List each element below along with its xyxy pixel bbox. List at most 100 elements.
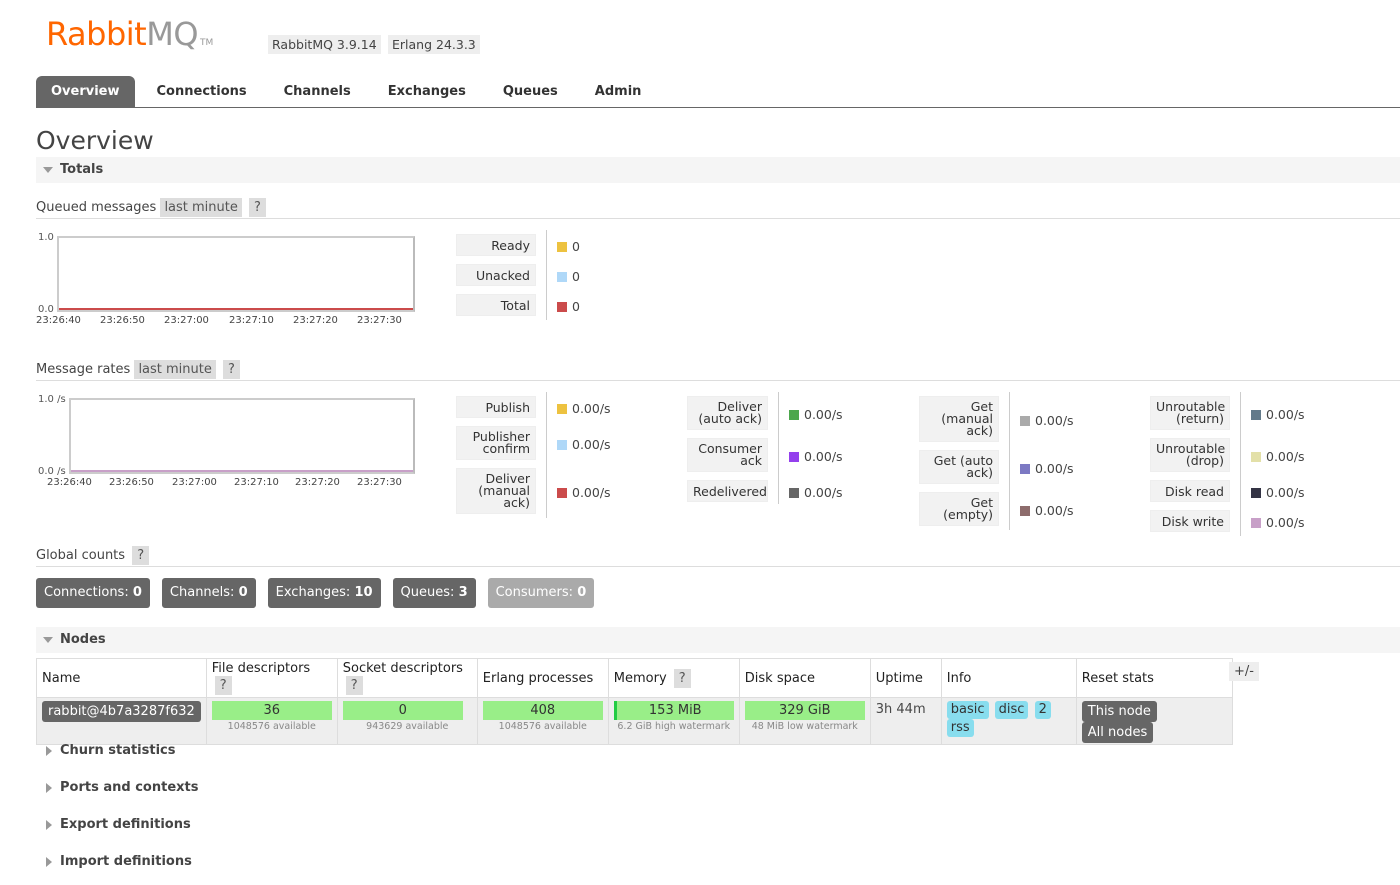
queues-count-button[interactable]: Queues: 3 [392,578,476,608]
legend-value-ready: 0 [557,239,580,254]
rates-help-button[interactable]: ? [223,360,240,379]
connections-count-button[interactable]: Connections: 0 [36,578,150,608]
tab-exchanges[interactable]: Exchanges [373,76,481,108]
columns-toggle-button[interactable]: +/- [1229,662,1259,681]
logo-text: RabbitMQ [46,15,198,53]
totals-section-toggle[interactable]: Totals [36,157,1400,183]
queued-y-bottom-label: 0.0 [38,304,54,315]
legend-divider [1009,392,1010,530]
ports-and-contexts-toggle[interactable]: Ports and contexts [36,776,198,800]
fd-available: 1048576 available [227,721,316,732]
ready-swatch [557,241,567,252]
legend-label-unroutable-return: Unroutable (return) [1150,396,1230,430]
legend-label-ready: Ready [456,234,536,256]
x-tick-label: 23:27:00 [164,315,209,326]
tab-queues[interactable]: Queues [488,76,573,108]
nodes-section-toggle[interactable]: Nodes [36,627,1400,653]
main-nav-tabs: Overview Connections Channels Exchanges … [36,76,663,108]
x-tick-label: 23:26:40 [47,477,92,488]
channels-count-button[interactable]: Channels: 0 [161,578,256,608]
page-title: Overview [36,126,154,155]
expanded-triangle-icon [43,637,53,643]
nodes-table: Name File descriptors ? Socket descripto… [36,658,1233,745]
info-tag-basic[interactable]: basic [946,701,989,719]
logo-tm: TM [200,38,214,48]
legend-label-consumer-ack: Consumer ack [687,438,768,472]
col-header-socket-descriptors: Socket descriptors ? [336,658,478,698]
tab-connections[interactable]: Connections [142,76,262,108]
sd-help-button[interactable]: ? [345,676,363,695]
x-tick-label: 23:27:30 [357,315,402,326]
x-tick-label: 23:27:20 [293,315,338,326]
col-header-file-descriptors: File descriptors ? [205,658,338,698]
tab-overview[interactable]: Overview [36,76,135,108]
unroutable-drop-swatch [1251,451,1261,462]
disk-write-swatch [1251,517,1261,528]
queued-x-axis: 23:26:40 23:26:50 23:27:00 23:27:10 23:2… [36,315,416,329]
legend-value-get-empty: 0.00/s [1020,503,1074,518]
rates-x-axis: 23:26:40 23:26:50 23:27:00 23:27:10 23:2… [47,477,417,491]
queued-messages-title: Queued messages [36,200,157,215]
col-header-info: Info [940,658,1077,698]
fd-bar: 36 [211,701,332,720]
nodes-table-header: Name File descriptors ? Socket descripto… [36,658,1233,698]
message-rates-header: Message rates last minute ? [36,359,1400,381]
queued-messages-header: Queued messages last minute ? [36,197,1400,219]
legend-value-unroutable-drop: 0.00/s [1251,449,1305,464]
table-row: rabbit@4b7a3287f632 36 1048576 available… [36,697,1233,745]
info-tag-count[interactable]: 2 [1034,701,1051,719]
churn-statistics-toggle[interactable]: Churn statistics [36,739,176,763]
queued-messages-chart [57,236,415,312]
x-tick-label: 23:27:10 [234,477,279,488]
get-empty-swatch [1020,505,1030,516]
cell-reset-stats: This node All nodes [1075,697,1233,745]
reset-all-nodes-button[interactable]: All nodes [1081,722,1154,743]
col-header-uptime: Uptime [869,658,942,698]
publisher-confirm-swatch [557,439,567,450]
queued-y-top-label: 1.0 [38,232,54,243]
import-definitions-toggle[interactable]: Import definitions [36,850,192,874]
collapsed-triangle-icon [46,746,52,756]
legend-label-total: Total [456,294,536,316]
x-tick-label: 23:27:10 [229,315,274,326]
legend-label-get-empty: Get (empty) [919,492,999,526]
cell-erlang-processes: 408 1048576 available [476,697,609,745]
disk-read-swatch [1251,487,1261,498]
erlang-version-badge: Erlang 24.3.3 [388,35,480,54]
global-counts-row: Connections: 0 Channels: 0 Exchanges: 10… [36,578,595,608]
tab-admin[interactable]: Admin [580,76,657,108]
legend-value-redelivered: 0.00/s [789,485,843,500]
fd-help-button[interactable]: ? [214,676,232,695]
tab-channels[interactable]: Channels [269,76,366,108]
cell-uptime: 3h 44m [869,697,942,745]
rates-period-selector[interactable]: last minute [134,360,216,379]
info-tag-disc[interactable]: disc [994,701,1029,719]
cell-info: basic disc 2 rss [940,697,1077,745]
legend-label-unacked: Unacked [456,264,536,286]
legend-value-total: 0 [557,299,580,314]
export-definitions-toggle[interactable]: Export definitions [36,813,191,837]
get-manual-swatch [1020,415,1030,426]
x-tick-label: 23:27:30 [357,477,402,488]
legend-label-disk-read: Disk read [1150,480,1230,502]
legend-label-redelivered: Redelivered [687,480,768,502]
legend-divider [778,392,779,504]
cell-socket-descriptors: 0 943629 available [336,697,478,745]
unroutable-return-swatch [1251,409,1261,420]
legend-value-deliver-manual: 0.00/s [557,485,611,500]
info-tag-rss[interactable]: rss [946,719,974,737]
queued-period-selector[interactable]: last minute [160,198,242,217]
rabbitmq-logo[interactable]: RabbitMQ TM [46,16,213,52]
node-name-link[interactable]: rabbit@4b7a3287f632 [42,701,201,722]
legend-value-deliver-auto: 0.00/s [789,407,843,422]
memory-help-button[interactable]: ? [673,668,691,688]
legend-value-unroutable-return: 0.00/s [1251,407,1305,422]
col-header-memory: Memory ? [607,658,740,698]
rates-series-line [71,470,413,472]
reset-this-node-button[interactable]: This node [1081,701,1157,722]
ep-available: 1048576 available [498,721,587,732]
exchanges-count-button[interactable]: Exchanges: 10 [267,578,381,608]
consumers-count-button[interactable]: Consumers: 0 [487,578,595,608]
queued-help-button[interactable]: ? [249,198,266,217]
global-counts-help-button[interactable]: ? [132,546,150,565]
